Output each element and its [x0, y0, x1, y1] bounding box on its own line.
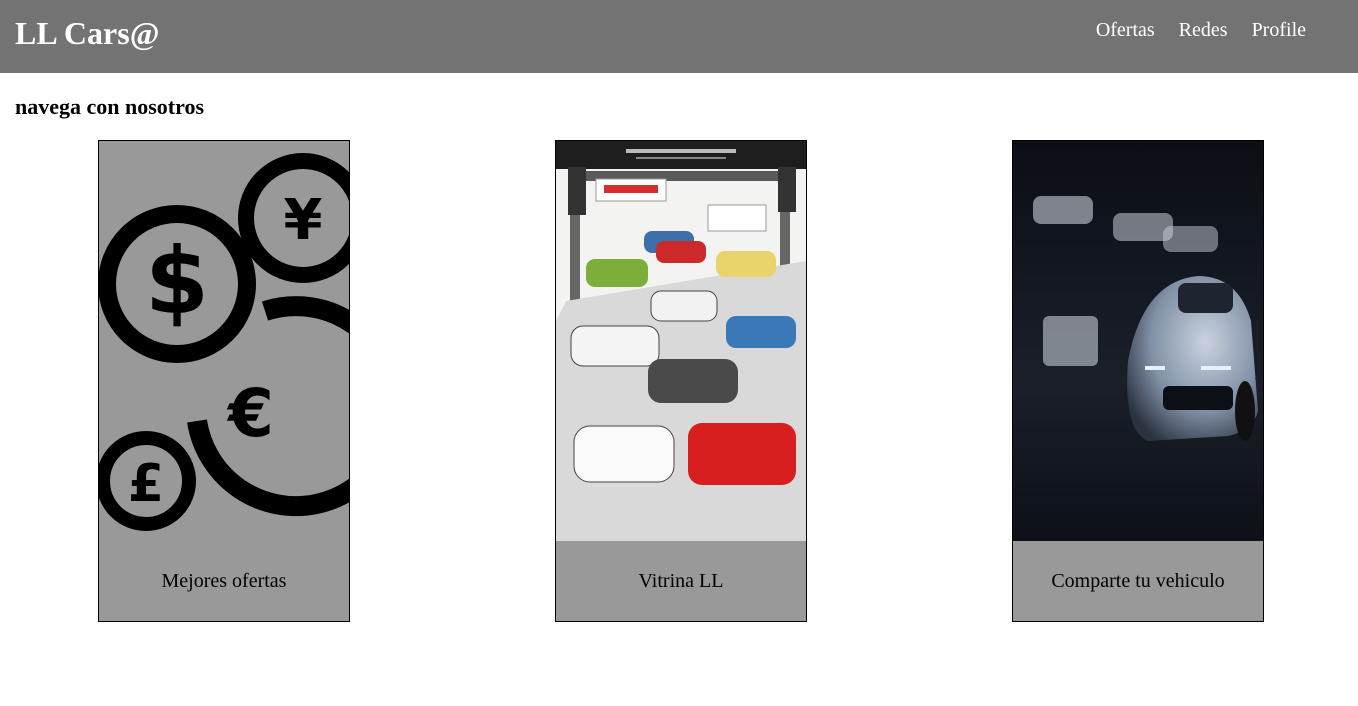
dark-garage-sports-car-photo: [1013, 141, 1263, 541]
card-caption: Mejores ofertas: [161, 569, 287, 592]
currency-coins-icon: $ ¥ € £: [99, 141, 349, 541]
nav-link-ofertas[interactable]: Ofertas: [1096, 17, 1155, 43]
svg-text:€: €: [226, 375, 274, 452]
card-mejores-ofertas[interactable]: $ ¥ € £ Mejores ofertas: [98, 140, 350, 622]
nav-link-redes[interactable]: Redes: [1179, 17, 1228, 43]
card-vitrina-ll[interactable]: Vitrina LL: [555, 140, 807, 622]
car-showroom-illustration: [556, 141, 806, 541]
top-navbar: LL Cars@ Ofertas Redes Profile: [0, 0, 1358, 73]
brand-logo[interactable]: LL Cars@: [15, 13, 159, 53]
svg-text:$: $: [145, 228, 209, 335]
svg-text:£: £: [128, 454, 164, 514]
main-nav: Ofertas Redes Profile: [1096, 17, 1306, 43]
card-caption: Comparte tu vehiculo: [1051, 569, 1225, 592]
card-caption: Vitrina LL: [638, 569, 724, 592]
svg-text:¥: ¥: [284, 188, 323, 253]
section-title: navega con nosotros: [15, 94, 205, 119]
card-comparte-vehiculo[interactable]: Comparte tu vehiculo: [1012, 140, 1264, 622]
nav-link-profile[interactable]: Profile: [1252, 17, 1306, 43]
